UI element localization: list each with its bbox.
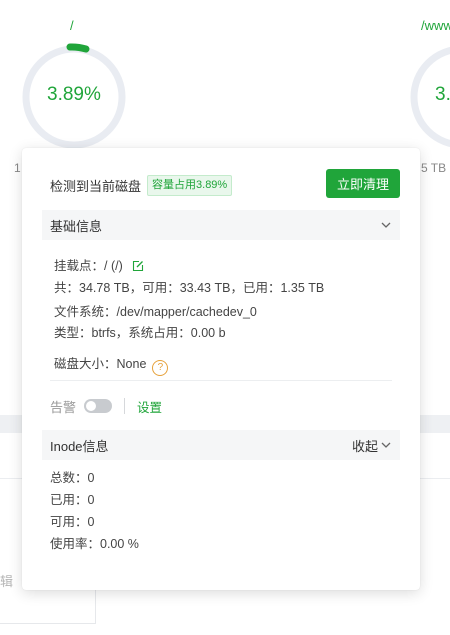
disk-size-value: None xyxy=(116,357,147,371)
filesystem-label: 文件系统： xyxy=(54,305,117,319)
mount-point-value: / (/) xyxy=(104,259,123,273)
popover-title: 检测到当前磁盘 xyxy=(50,178,142,194)
edit-icon[interactable] xyxy=(132,260,144,272)
type-line: 类型：btrfs，系统占用：0.00 b xyxy=(54,326,226,340)
inode-info-header: Inode信息 收起 xyxy=(42,430,400,460)
disk-path-label-2: /www xyxy=(421,18,450,33)
capacity-badge: 容量占用3.89% xyxy=(147,174,233,196)
chevron-down-icon xyxy=(381,222,391,228)
disk-size-label: 磁盘大小： xyxy=(54,357,117,371)
inode-used: 已用：0 xyxy=(50,493,95,507)
disk-size-text: 1 xyxy=(14,161,21,175)
chevron-down-icon xyxy=(381,442,391,448)
filesystem-row: 文件系统：/dev/mapper/cachedev_0 xyxy=(54,301,257,320)
alert-toggle[interactable] xyxy=(84,399,113,413)
section-divider xyxy=(50,380,392,381)
settings-link[interactable]: 设置 xyxy=(137,397,162,416)
disk-size-row: 磁盘大小：None? xyxy=(54,353,169,376)
mount-point-row: 挂载点：/ (/) xyxy=(54,255,144,274)
inode-info-title: Inode信息 xyxy=(50,438,109,454)
disk-usage-percent-2: 3. xyxy=(435,84,450,105)
disk-usage-percent: 3.89% xyxy=(47,84,101,105)
filesystem-value: /dev/mapper/cachedev_0 xyxy=(116,305,257,319)
disk-size-text-2: 5 TB xyxy=(421,161,447,175)
disk-check-popover: 检测到当前磁盘 容量占用3.89% 立即清理 基础信息 挂载点：/ (/) 共：… xyxy=(22,148,420,590)
disk-path-label: / xyxy=(70,18,74,33)
alert-row: 告警 设置 xyxy=(50,396,162,416)
toggle-knob xyxy=(86,401,97,411)
background-edit-text: 辑 xyxy=(0,574,14,589)
capacity-line: 共：34.78 TB，可用：33.43 TB，已用：1.35 TB xyxy=(54,281,325,295)
mount-point-label: 挂载点： xyxy=(54,259,105,273)
alert-label: 告警 xyxy=(50,399,77,415)
basic-info-title: 基础信息 xyxy=(50,218,103,234)
clean-now-button[interactable]: 立即清理 xyxy=(326,169,400,198)
collapse-toggle[interactable]: 收起 xyxy=(352,436,392,455)
collapse-label: 收起 xyxy=(351,438,378,454)
vertical-separator xyxy=(124,398,126,414)
basic-info-header[interactable]: 基础信息 xyxy=(42,210,400,240)
inode-total: 总数：0 xyxy=(50,471,95,485)
inode-usage-rate: 使用率：0.00 % xyxy=(50,537,139,551)
inode-available: 可用：0 xyxy=(50,515,95,529)
help-icon[interactable]: ? xyxy=(152,360,169,376)
